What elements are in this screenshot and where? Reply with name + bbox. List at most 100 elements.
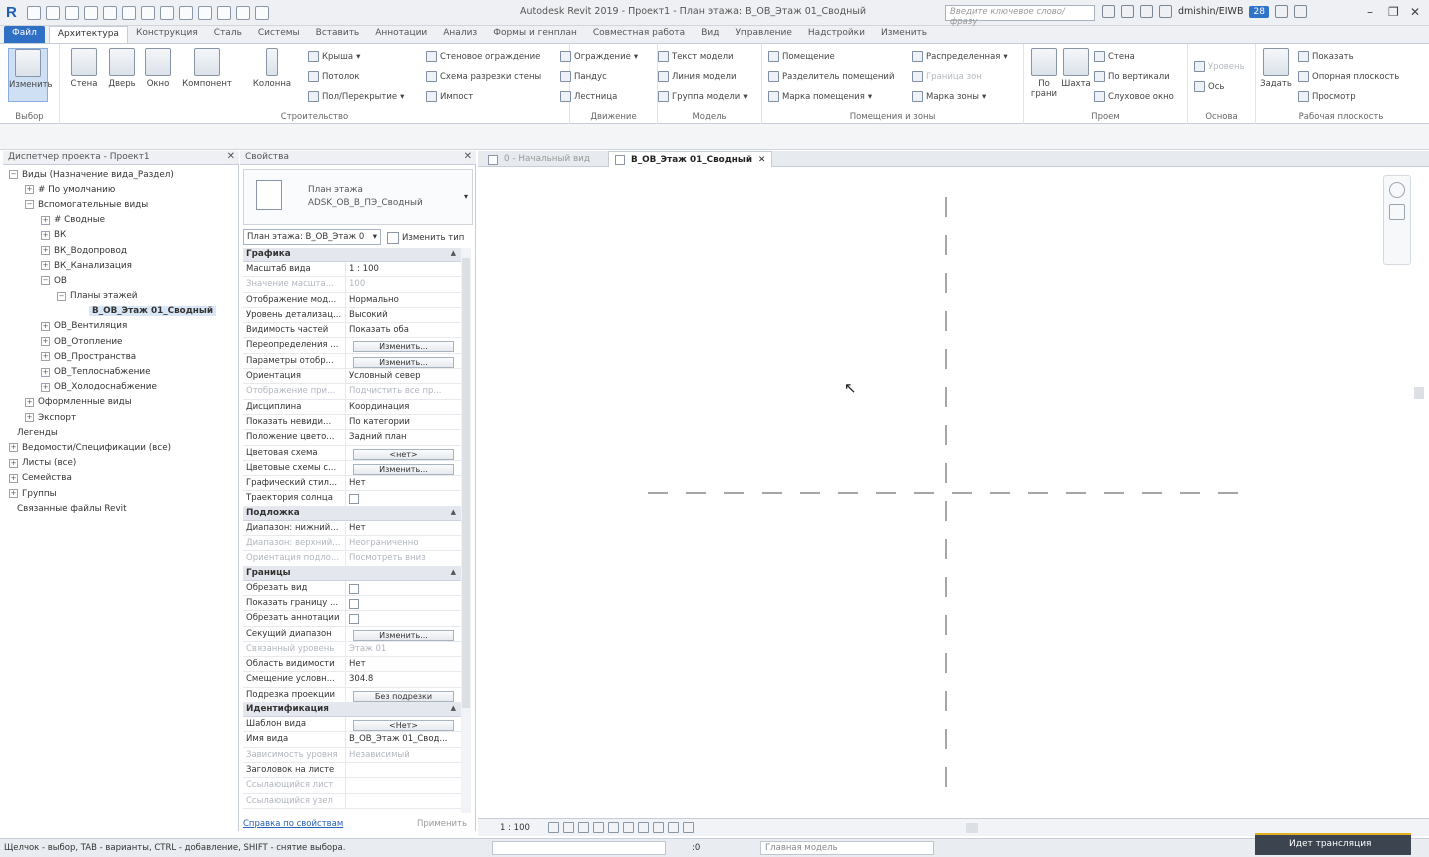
tab-3[interactable]: Сталь — [206, 26, 250, 43]
tree-item[interactable]: + Ведомости/Спецификации (все) — [3, 440, 239, 455]
undo-icon[interactable] — [84, 6, 98, 20]
property-value[interactable]: 100 — [346, 277, 461, 291]
measure-icon[interactable] — [141, 6, 155, 20]
expand-toggle-icon[interactable]: + — [41, 261, 50, 271]
property-value[interactable] — [346, 794, 461, 808]
collapse-icon[interactable]: ▲ — [451, 508, 456, 516]
tree-item[interactable]: + Семейства — [3, 471, 239, 486]
expand-toggle-icon[interactable]: + — [41, 321, 50, 331]
expand-toggle-icon[interactable]: + — [41, 230, 50, 240]
property-value[interactable]: Неограниченно — [346, 536, 461, 550]
thin-lines-icon[interactable] — [236, 6, 250, 20]
level-button[interactable]: Уровень — [1194, 61, 1245, 72]
tab-1[interactable]: Архитектура — [48, 26, 128, 43]
canvas-hscroll-thumb[interactable] — [966, 823, 978, 833]
tree-item[interactable]: + ОВ_Теплоснабжение — [3, 364, 239, 379]
property-checkbox[interactable] — [349, 494, 359, 505]
properties-section[interactable]: Подложка ▲ — [243, 506, 461, 521]
door-button[interactable]: Дверь — [102, 48, 142, 89]
dimension-icon[interactable] — [160, 6, 174, 20]
expand-toggle-icon[interactable]: + — [9, 473, 18, 483]
tree-item[interactable]: + Оформленные виды — [3, 395, 239, 410]
tree-item[interactable]: + ВК_Водопровод — [3, 243, 239, 258]
crop-view-icon[interactable] — [623, 822, 634, 833]
close-button[interactable]: ✕ — [1410, 5, 1420, 19]
tree-item[interactable]: Связанные файлы Revit — [3, 501, 239, 516]
tree-item[interactable]: − Виды (Назначение вида_Раздел) — [3, 167, 239, 182]
expand-toggle-icon[interactable]: + — [9, 443, 18, 453]
detail-level-icon[interactable] — [548, 822, 559, 833]
edit-type-button[interactable]: Изменить тип — [385, 229, 466, 246]
binoculars-icon[interactable] — [1102, 5, 1115, 18]
scroll-thumb[interactable] — [462, 258, 470, 708]
area-tag-button[interactable]: Марка зоны ▾ — [912, 91, 986, 102]
section-icon[interactable] — [217, 6, 231, 20]
tab-13[interactable]: Изменить — [873, 26, 935, 43]
property-value[interactable]: Нет — [346, 476, 461, 490]
expand-toggle-icon[interactable]: − — [9, 170, 18, 180]
tree-item[interactable]: − ОВ — [3, 273, 239, 288]
broadcast-status[interactable]: Идет трансляция — [1255, 833, 1411, 855]
stair-button[interactable]: Лестница — [560, 91, 617, 102]
tree-item[interactable]: + ОВ_Вентиляция — [3, 319, 239, 334]
temp-hide-icon[interactable] — [653, 822, 664, 833]
tree-item[interactable]: + # Сводные — [3, 213, 239, 228]
tree-item[interactable]: + # По умолчанию — [3, 182, 239, 197]
expand-toggle-icon[interactable]: − — [41, 276, 50, 286]
expand-toggle-icon[interactable]: + — [41, 337, 50, 347]
design-option-selector[interactable]: Главная модель — [760, 841, 934, 855]
property-value[interactable]: Подчистить все пр... — [346, 384, 461, 398]
dormer-button[interactable]: Слуховое окно — [1094, 91, 1174, 102]
expand-toggle-icon[interactable]: + — [41, 246, 50, 256]
view-scale[interactable]: 1 : 100 — [500, 823, 530, 833]
area-boundary-button[interactable]: Граница зон — [912, 71, 982, 82]
room-button[interactable]: Помещение — [768, 51, 835, 62]
redo-icon[interactable] — [103, 6, 117, 20]
properties-section[interactable]: Границы ▲ — [243, 566, 461, 581]
minimize-button[interactable]: – — [1367, 5, 1373, 19]
user-name[interactable]: dmishin/EIWB — [1178, 6, 1243, 17]
property-value[interactable]: 304.8 — [346, 672, 461, 686]
tab-8[interactable]: Формы и генплан — [485, 26, 585, 43]
sun-path-icon[interactable] — [578, 822, 589, 833]
close-icon[interactable]: ✕ — [758, 155, 765, 165]
property-value[interactable]: Нет — [346, 521, 461, 535]
ramp-button[interactable]: Пандус — [560, 71, 607, 82]
property-value[interactable]: 1 : 100 — [346, 262, 461, 276]
visual-style-icon[interactable] — [563, 822, 574, 833]
shaft-button[interactable]: Шахта — [1056, 48, 1096, 89]
property-value[interactable] — [346, 763, 461, 777]
mullion-button[interactable]: Импост — [426, 91, 473, 102]
search-input[interactable]: Введите ключевое слово/фразу — [945, 5, 1095, 27]
expand-toggle-icon[interactable]: + — [9, 489, 18, 499]
expand-toggle-icon[interactable]: + — [9, 458, 18, 468]
shadows-icon[interactable] — [593, 822, 604, 833]
tab-5[interactable]: Вставить — [308, 26, 368, 43]
print-icon[interactable] — [122, 6, 136, 20]
expand-toggle-icon[interactable]: + — [25, 413, 34, 423]
property-edit-button[interactable]: Изменить... — [353, 356, 454, 368]
show-button[interactable]: Показать — [1298, 51, 1354, 62]
text-icon[interactable] — [179, 6, 193, 20]
property-value[interactable] — [346, 778, 461, 792]
open-icon[interactable] — [27, 6, 41, 20]
collapse-icon[interactable]: ▲ — [451, 704, 456, 712]
tab-7[interactable]: Анализ — [435, 26, 485, 43]
tree-item[interactable]: + Группы — [3, 486, 239, 501]
viewer-button[interactable]: Просмотр — [1298, 91, 1356, 102]
show-crop-icon[interactable] — [638, 822, 649, 833]
tab-2[interactable]: Конструкция — [128, 26, 206, 43]
tree-item[interactable]: + ОВ_Отопление — [3, 334, 239, 349]
render-icon[interactable] — [608, 822, 619, 833]
property-checkbox[interactable] — [349, 583, 359, 594]
sync-icon[interactable] — [65, 6, 79, 20]
property-checkbox[interactable] — [349, 614, 359, 625]
steering-wheel-icon[interactable] — [1389, 182, 1405, 198]
expand-toggle-icon[interactable]: − — [25, 200, 34, 210]
revit-logo[interactable]: R — [6, 4, 22, 22]
switch-windows-icon[interactable] — [255, 6, 269, 20]
save-icon[interactable] — [46, 6, 60, 20]
tab-11[interactable]: Управление — [727, 26, 799, 43]
property-value[interactable]: По категории — [346, 415, 461, 429]
set-button[interactable]: Задать — [1256, 48, 1296, 89]
